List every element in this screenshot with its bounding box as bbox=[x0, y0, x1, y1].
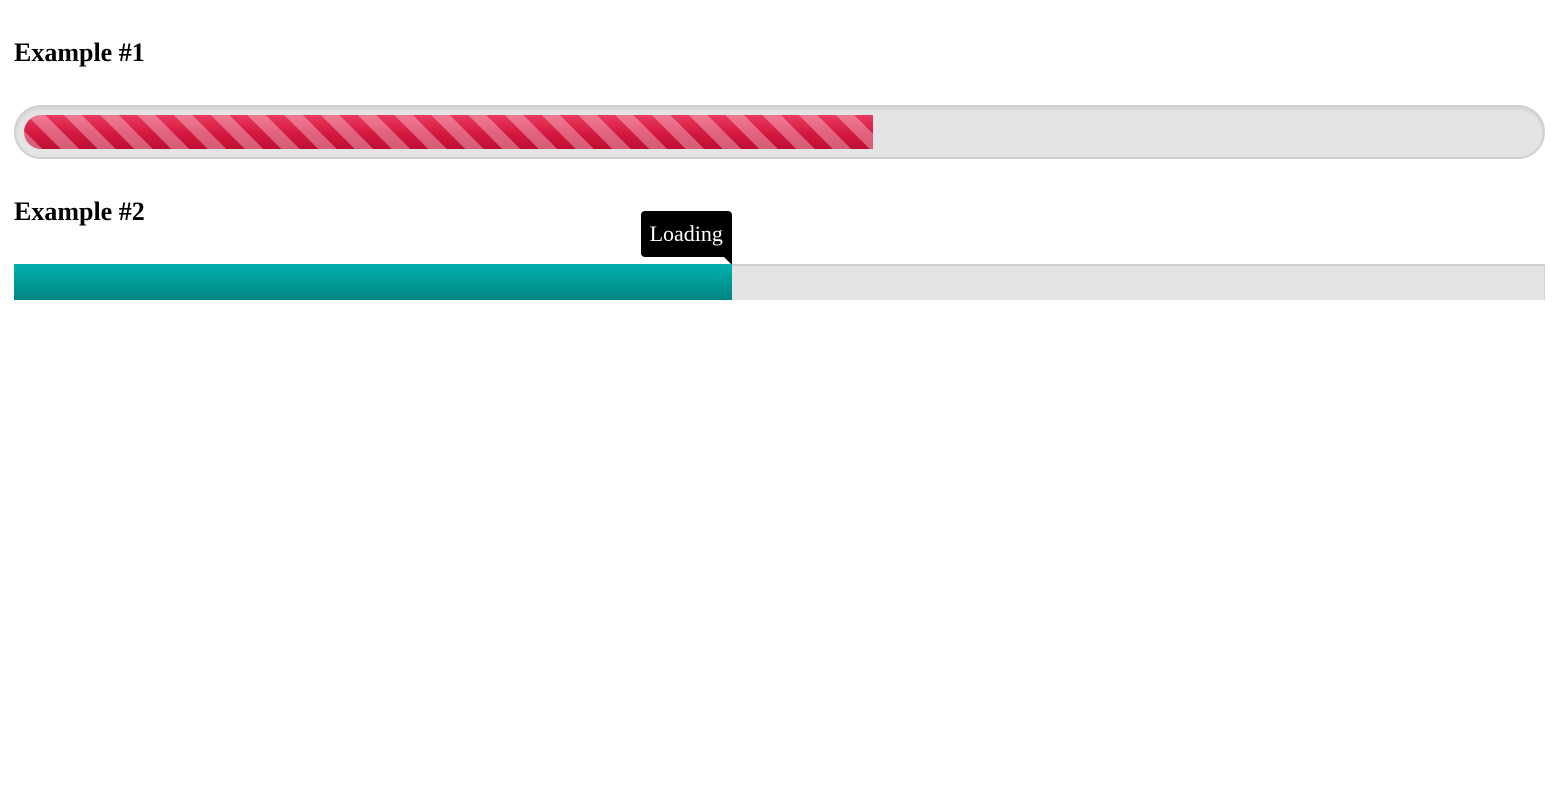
example-1-progress-bar bbox=[14, 105, 1545, 159]
example-1-progress-fill bbox=[24, 115, 874, 149]
example-1-title: Example #1 bbox=[14, 38, 145, 67]
example-2-title: Example #2 bbox=[14, 197, 145, 226]
example-2-progress-fill bbox=[14, 264, 732, 300]
example-2-progress-bar bbox=[14, 264, 1545, 300]
loading-tooltip: Loading bbox=[640, 211, 732, 265]
loading-tooltip-label: Loading bbox=[649, 221, 723, 246]
